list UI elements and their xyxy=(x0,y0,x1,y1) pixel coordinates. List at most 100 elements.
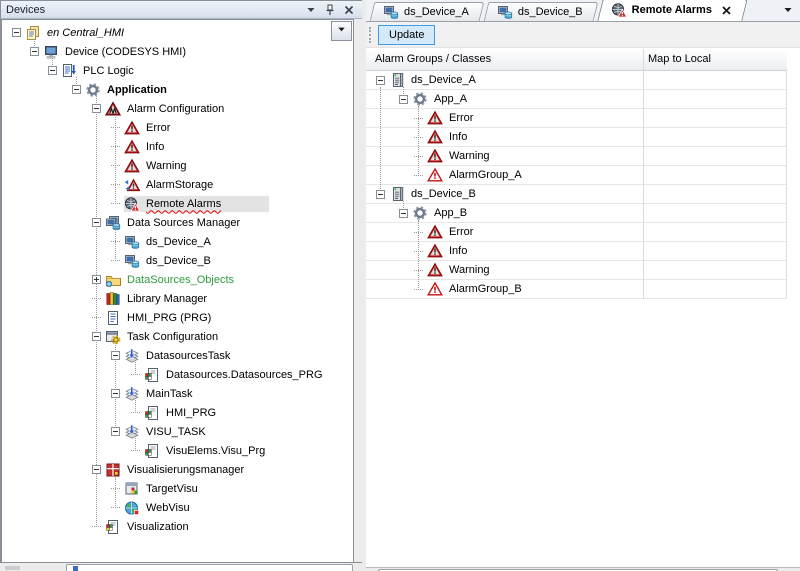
expander-icon[interactable] xyxy=(92,218,101,227)
expander-icon[interactable] xyxy=(92,332,101,341)
expander-icon[interactable] xyxy=(48,66,57,75)
alarm-class-icon xyxy=(427,129,443,145)
expander-icon[interactable] xyxy=(399,209,408,218)
expander-icon[interactable] xyxy=(111,389,120,398)
tree-item-error[interactable]: Error xyxy=(2,118,353,137)
tree-leader-line xyxy=(414,270,423,271)
plc-logic-icon xyxy=(61,63,77,79)
bottom-message-panel-edge xyxy=(366,567,800,571)
tree-item-targetvisu[interactable]: TargetVisu xyxy=(2,479,353,498)
data-sources-manager-icon xyxy=(105,215,121,231)
tree-item-hmi-prg-prg[interactable]: HMI_PRG (PRG) xyxy=(2,308,353,327)
expander-icon[interactable] xyxy=(92,275,101,284)
tree-item-ds-device-b[interactable]: ds_Device_B xyxy=(2,251,353,270)
alarm-group-icon xyxy=(427,167,443,183)
tree-item-webvisu[interactable]: WebVisu xyxy=(2,498,353,517)
grid-rows: ds_Device_A App_A Error Info Warning Ala… xyxy=(366,71,787,299)
device-icon xyxy=(43,44,59,60)
tree-item-datasources-datasources-prg[interactable]: Datasources.Datasources_PRG xyxy=(2,365,353,384)
tree-item-ds-device-b[interactable]: ds_Device_B xyxy=(366,185,786,204)
expander-icon[interactable] xyxy=(111,427,120,436)
tree-leader-line xyxy=(111,241,120,242)
tree-item-task-configuration[interactable]: Task Configuration xyxy=(2,327,353,346)
tree-leader-line xyxy=(92,317,101,318)
expander-icon[interactable] xyxy=(72,85,81,94)
tree-item-app-a[interactable]: App_A xyxy=(366,90,786,109)
expander-icon[interactable] xyxy=(376,190,385,199)
tree-item-alarmgroup-b[interactable]: AlarmGroup_B xyxy=(366,280,786,299)
tree-leader-line xyxy=(414,175,423,176)
tree-item-application[interactable]: Application xyxy=(2,80,353,99)
application-icon xyxy=(412,205,428,221)
tree-item-data-sources-manager[interactable]: Data Sources Manager xyxy=(2,213,353,232)
tree-item-visualisierungsmanager[interactable]: Visualisierungsmanager xyxy=(2,460,353,479)
expander-icon[interactable] xyxy=(92,465,101,474)
tree-item-visu-task[interactable]: VISU_TASK xyxy=(2,422,353,441)
panel-close-button[interactable] xyxy=(341,3,357,17)
tree-leader-line xyxy=(111,203,120,204)
devices-tree-dropdown-button[interactable] xyxy=(331,21,352,41)
tree-item-warning[interactable]: Warning xyxy=(366,261,786,280)
tree-item-error[interactable]: Error xyxy=(366,109,786,128)
expander-icon[interactable] xyxy=(92,104,101,113)
tree-item-ds-device-a[interactable]: ds_Device_A xyxy=(366,71,786,90)
tree-item-ds-device-a[interactable]: ds_Device_A xyxy=(2,232,353,251)
tab-remote-alarms[interactable]: Remote Alarms xyxy=(600,0,745,21)
tree-item-hmi-prg[interactable]: HMI_PRG xyxy=(2,403,353,422)
tree-item-library-manager[interactable]: Library Manager xyxy=(2,289,353,308)
task-icon xyxy=(124,348,140,364)
expander-icon[interactable] xyxy=(111,351,120,360)
toolbar-grip[interactable] xyxy=(369,27,374,43)
tab-overflow-button[interactable] xyxy=(780,5,796,18)
tree-item-alarm-configuration[interactable]: Alarm Configuration xyxy=(2,99,353,118)
tree-item-app-b[interactable]: App_B xyxy=(366,204,786,223)
tree-item-warning[interactable]: Warning xyxy=(366,147,786,166)
update-button[interactable]: Update xyxy=(378,25,435,45)
alarm-group-icon xyxy=(427,281,443,297)
expander-icon[interactable] xyxy=(12,28,21,37)
panel-pin-button[interactable] xyxy=(322,3,338,17)
tree-item-maintask[interactable]: MainTask xyxy=(2,384,353,403)
tree-item-datasourcestask[interactable]: DatasourcesTask xyxy=(2,346,353,365)
chevron-down-icon xyxy=(336,24,347,38)
chevron-down-icon xyxy=(782,4,794,19)
tree-item-info[interactable]: Info xyxy=(2,137,353,156)
tree-item-warning[interactable]: Warning xyxy=(2,156,353,175)
tree-item-remote-alarms[interactable]: Remote Alarms xyxy=(2,194,353,213)
alarm-class-icon xyxy=(427,110,443,126)
tree-item-alarmgroup-a[interactable]: AlarmGroup_A xyxy=(366,166,786,185)
panel-menu-button[interactable] xyxy=(303,3,319,17)
tree-item-en-central-hmi[interactable]: en Central_HMI xyxy=(2,23,353,42)
devices-panel: Devices en Central_HMI Device (CODESYS H… xyxy=(0,0,362,563)
expander-icon[interactable] xyxy=(399,95,408,104)
editor-tab-bar: ds_Device_A ds_Device_B Remote Alarms xyxy=(366,0,800,22)
tree-item-info[interactable]: Info xyxy=(366,242,786,261)
task-configuration-icon xyxy=(105,329,121,345)
tree-item-device-codesys-hmi[interactable]: Device (CODESYS HMI) xyxy=(2,42,353,61)
remote-alarms-icon xyxy=(611,2,627,18)
docked-panel-tab[interactable] xyxy=(66,564,353,571)
tab-ds-device-b[interactable]: ds_Device_B xyxy=(486,2,596,21)
tree-leader-line xyxy=(111,260,120,261)
tree-item-plc-logic[interactable]: PLC Logic xyxy=(2,61,353,80)
tree-item-visualization[interactable]: Visualization xyxy=(2,517,353,536)
web-visu-icon xyxy=(124,500,140,516)
expander-icon[interactable] xyxy=(30,47,39,56)
device-cabinet-icon xyxy=(389,72,405,88)
alarm-class-icon xyxy=(427,224,443,240)
target-visu-icon xyxy=(124,481,140,497)
tree-item-datasources-objects[interactable]: DataSources_Objects xyxy=(2,270,353,289)
tree-leader-line xyxy=(111,507,120,508)
alarm-class-icon xyxy=(124,139,140,155)
application-icon xyxy=(85,82,101,98)
tree-leader-line xyxy=(92,526,101,527)
tree-item-alarmstorage[interactable]: AlarmStorage xyxy=(2,175,353,194)
tree-leader-line xyxy=(131,412,140,413)
bottom-docked-panel-edge xyxy=(0,563,362,571)
tab-ds-device-a[interactable]: ds_Device_A xyxy=(372,2,482,21)
tree-item-visuelems-visu-prg[interactable]: VisuElems.Visu_Prg xyxy=(2,441,353,460)
tab-close-icon[interactable] xyxy=(721,5,732,16)
tree-item-error[interactable]: Error xyxy=(366,223,786,242)
tree-item-info[interactable]: Info xyxy=(366,128,786,147)
expander-icon[interactable] xyxy=(376,76,385,85)
